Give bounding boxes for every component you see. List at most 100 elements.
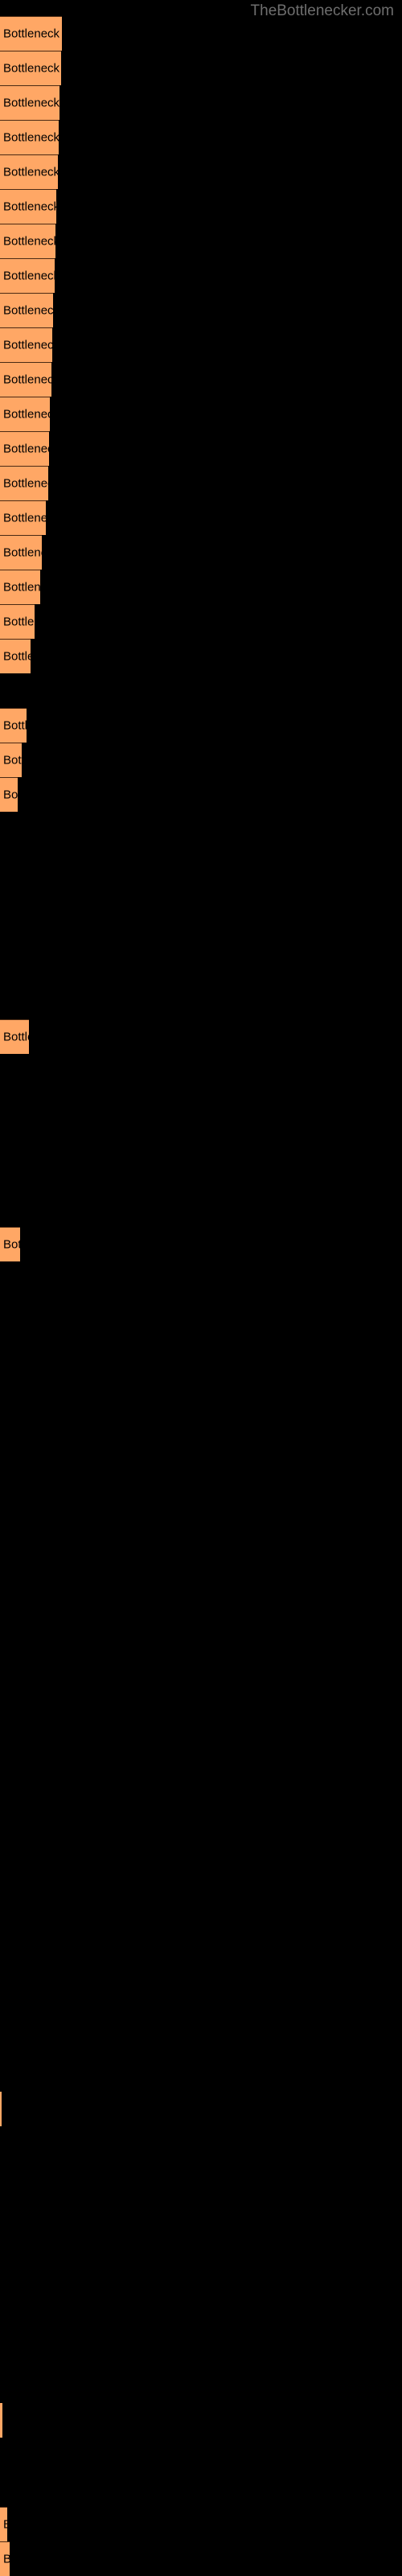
bar-label: Bottleneck result [3,476,48,491]
bar-label: Bottleneck result [3,372,51,387]
bar: Bottleneck result [0,500,46,535]
bar-label: Bottleneck result [3,165,58,179]
bar-label: Bottleneck result [3,96,59,110]
bar-slot [0,950,402,985]
bar-slot [0,1538,402,1573]
bar: Bottleneck result [0,570,40,604]
bar-label: Bottleneck result [3,1030,29,1044]
bar-slot: Bottleneck result [0,362,402,397]
bar-label: Bottleneck result [3,234,55,249]
bar: Bottleneck result [0,777,18,812]
bar-slot [0,1919,402,1953]
bar-slot [0,1261,402,1296]
bar-slot: Bottleneck result [0,1019,402,1054]
bar-slot [0,2230,402,2265]
bar-slot [0,1088,402,1123]
bar: Bottleneck result [0,16,62,51]
bar-slot [0,1677,402,1711]
bar: Bottleneck result [0,2541,10,2576]
bar-slot [0,1331,402,1365]
bar: Bottleneck result [0,293,53,327]
bar-slot [0,916,402,950]
bar-slot [0,673,402,708]
bar: Bottleneck result [0,2092,2,2126]
bar: Bottleneck result [0,224,55,258]
bar-label: Bottleneck result [3,788,18,802]
bar-slot [0,1607,402,1642]
bar: Bottleneck result [0,431,49,466]
bar-slot [0,1158,402,1192]
bar-slot: Bottleneck result [0,743,402,777]
bar-slot: Bottleneck result [0,639,402,673]
bar-slot: Bottleneck result [0,604,402,639]
bar-label: Bottleneck result [3,407,50,422]
bar: Bottleneck result [0,604,35,639]
bar: Bottleneck result [0,51,61,85]
bar-slot: Bottleneck result [0,500,402,535]
bar: Bottleneck result [0,2403,2,2438]
bar-slot [0,1123,402,1158]
bar-slot [0,2195,402,2230]
bar-label: Bottleneck result [3,511,46,525]
bar-slot [0,2265,402,2299]
bar-slot: Bottleneck result [0,2507,402,2541]
bar-slot: Bottleneck result [0,2541,402,2576]
bar-slot: Bottleneck result [0,16,402,51]
bar-slot [0,2299,402,2334]
bar-label: Bottleneck result [3,200,56,214]
bar-slot [0,1884,402,1919]
bar-slot [0,1192,402,1227]
bar-slot [0,1573,402,1607]
bar: Bottleneck result [0,120,59,154]
bar-slot: Bottleneck result [0,708,402,743]
bar: Bottleneck result [0,743,22,777]
bar-slot [0,1642,402,1677]
bar-label: Bottleneck result [3,753,22,767]
bar: Bottleneck result [0,2507,7,2541]
bar: Bottleneck result [0,397,50,431]
bar-slot [0,1780,402,1815]
bar-label: Bottleneck result [3,338,52,352]
bar-slot: Bottleneck result [0,2092,402,2126]
bar-label: Bottleneck result [3,303,53,318]
bar-slot: Bottleneck result [0,189,402,224]
bar-label: Bottleneck result [3,269,55,283]
bar-label: Bottleneck result [3,615,35,629]
bar-slot: Bottleneck result [0,570,402,604]
bar-slot: Bottleneck result [0,1227,402,1261]
bar-slot [0,846,402,881]
bar: Bottleneck result [0,708,27,743]
bar-label: Bottleneck result [3,442,49,456]
bar-label: Bottleneck result [3,2553,10,2566]
bar-slot [0,812,402,846]
bar-slot [0,2472,402,2507]
bar-slot: Bottleneck result [0,51,402,85]
bar-slot [0,1815,402,1850]
bar-slot [0,2023,402,2057]
bar-label: Bottleneck result [3,649,31,664]
bar-slot: Bottleneck result [0,535,402,570]
bar-slot [0,1434,402,1469]
bar-label: Bottleneck result [3,545,42,560]
bar: Bottleneck result [0,327,52,362]
bar-slot: Bottleneck result [0,154,402,189]
bar-slot [0,1711,402,1746]
bar-slot [0,881,402,916]
bar-slot [0,2057,402,2092]
bar-label: Bottleneck result [3,580,40,595]
bar: Bottleneck result [0,535,42,570]
bar: Bottleneck result [0,85,59,120]
bar-slot [0,2334,402,2368]
bar-slot [0,1400,402,1434]
bar: Bottleneck result [0,466,48,500]
bar-slot [0,1850,402,1884]
bar: Bottleneck result [0,1227,20,1261]
bar: Bottleneck result [0,154,58,189]
plot-area: Bottleneck result Bottleneck result Bottle… [0,0,402,2576]
bar-label: Bottleneck result [3,1237,20,1252]
bar-slot [0,2126,402,2161]
bottleneck-bar-chart: TheBottlenecker.com Bottleneck resultBot… [0,0,402,2576]
bar-label: Bottleneck result [3,718,27,733]
bar: Bottleneck result [0,1019,29,1054]
bar-slot: Bottleneck result [0,466,402,500]
